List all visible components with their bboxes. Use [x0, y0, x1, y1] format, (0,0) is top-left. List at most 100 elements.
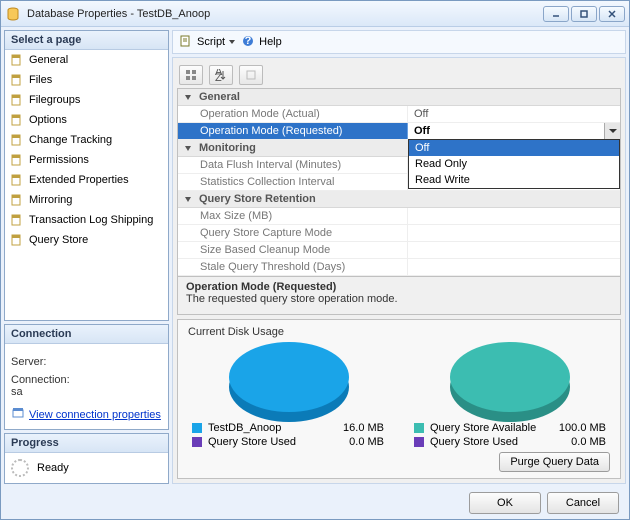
property-name: Max Size (MB): [178, 208, 408, 224]
property-name: Stale Query Threshold (Days): [178, 259, 408, 275]
pie-chart-database: [229, 342, 349, 422]
legend-swatch: [192, 437, 202, 447]
dialog-window: Database Properties - TestDB_Anoop Selec…: [0, 0, 630, 520]
dropdown-option[interactable]: Read Only: [409, 156, 619, 172]
cancel-button[interactable]: Cancel: [547, 492, 619, 514]
help-icon: ?: [241, 34, 255, 51]
property-value[interactable]: [408, 259, 620, 275]
help-button[interactable]: ? Help: [241, 34, 282, 51]
property-name: Size Based Cleanup Mode: [178, 242, 408, 258]
svg-text:Z: Z: [215, 72, 222, 81]
property-name: Operation Mode (Requested): [178, 123, 408, 139]
property-row[interactable]: Query Store Capture Mode: [178, 225, 620, 242]
sidebar-item-label: Filegroups: [29, 94, 80, 106]
sidebar-item-files[interactable]: Files: [5, 70, 168, 90]
database-icon: [5, 6, 21, 22]
property-row[interactable]: Operation Mode (Actual)Off: [178, 106, 620, 123]
ok-button[interactable]: OK: [469, 492, 541, 514]
legend-swatch: [192, 423, 202, 433]
collapse-icon: [184, 143, 195, 154]
property-name: Statistics Collection Interval: [178, 174, 408, 190]
progress-spinner-icon: [11, 459, 29, 477]
categorized-button[interactable]: [179, 65, 203, 85]
page-icon: [9, 112, 25, 128]
property-value[interactable]: Off: [408, 106, 620, 122]
legend-value: 100.0 MB: [556, 422, 606, 434]
progress-header: Progress: [5, 434, 168, 453]
sidebar-item-label: Files: [29, 74, 52, 86]
sidebar-item-label: Permissions: [29, 154, 89, 166]
minimize-button[interactable]: [543, 6, 569, 22]
legend-swatch: [414, 423, 424, 433]
property-grid-toolbar: AZ: [177, 62, 621, 88]
dropdown-button[interactable]: [604, 123, 620, 139]
help-label: Help: [259, 36, 282, 48]
svg-text:?: ?: [245, 35, 252, 47]
page-icon: [9, 72, 25, 88]
collapse-icon: [184, 92, 195, 103]
script-icon: [179, 34, 193, 51]
sidebar-item-label: General: [29, 54, 68, 66]
page-icon: [9, 172, 25, 188]
disk-usage-title: Current Disk Usage: [188, 326, 610, 338]
link-icon: [11, 406, 25, 423]
view-connection-link[interactable]: View connection properties: [11, 406, 162, 423]
property-pages-button[interactable]: [239, 65, 263, 85]
property-grid: GeneralOperation Mode (Actual)OffOperati…: [177, 88, 621, 277]
page-icon: [9, 192, 25, 208]
page-list: General Files Filegroups OptionsChange Trac…: [5, 50, 168, 250]
server-label: Server:: [11, 356, 162, 368]
legend-label: Query Store Used: [208, 436, 328, 448]
sidebar-item-extended-properties[interactable]: Extended Properties: [5, 170, 168, 190]
sidebar-item-permissions[interactable]: Permissions: [5, 150, 168, 170]
connection-label: Connection:: [11, 374, 162, 386]
property-name: Data Flush Interval (Minutes): [178, 157, 408, 173]
sidebar-item-options[interactable]: Options: [5, 110, 168, 130]
property-value[interactable]: [408, 208, 620, 224]
legend-value: 0.0 MB: [556, 436, 606, 448]
property-row[interactable]: Size Based Cleanup Mode: [178, 242, 620, 259]
property-category[interactable]: General: [178, 89, 620, 106]
property-value[interactable]: [408, 242, 620, 258]
content-toolbar: Script ? Help: [172, 30, 626, 54]
sidebar-item-transaction-log-shipping[interactable]: Transaction Log Shipping: [5, 210, 168, 230]
legend-label: TestDB_Anoop: [208, 422, 328, 434]
collapse-icon: [184, 194, 195, 205]
property-name: Operation Mode (Actual): [178, 106, 408, 122]
page-selector-panel: Select a page GeneralFilesFilegroupsOpti…: [4, 30, 169, 321]
property-value[interactable]: OffOffRead OnlyRead Write: [408, 123, 620, 139]
sidebar-item-change-tracking[interactable]: Change Tracking: [5, 130, 168, 150]
property-row[interactable]: Max Size (MB): [178, 208, 620, 225]
sidebar-item-label: Transaction Log Shipping: [29, 214, 153, 226]
maximize-button[interactable]: [571, 6, 597, 22]
titlebar: Database Properties - TestDB_Anoop: [1, 1, 629, 27]
query-store-panel: AZ GeneralOperation Mode (Actual)OffOper…: [172, 57, 626, 484]
page-icon: [9, 232, 25, 248]
sidebar-item-query-store[interactable]: Query Store: [5, 230, 168, 250]
disk-usage-panel: Current Disk Usage TestDB_Anoop 16.0 MB Qu…: [177, 319, 621, 479]
page-icon: [9, 132, 25, 148]
page-icon: [9, 92, 25, 108]
legend-row: Query Store Used0.0 MB: [414, 436, 606, 448]
connection-panel: Connection Server: Connection: sa View c…: [4, 324, 169, 430]
property-name: Query Store Capture Mode: [178, 225, 408, 241]
script-button[interactable]: Script: [179, 34, 235, 51]
property-row[interactable]: Operation Mode (Requested)OffOffRead Onl…: [178, 123, 620, 140]
dropdown-option[interactable]: Read Write: [409, 172, 619, 188]
property-value[interactable]: [408, 225, 620, 241]
dropdown-option[interactable]: Off: [409, 140, 619, 156]
window-title: Database Properties - TestDB_Anoop: [27, 8, 543, 20]
property-row[interactable]: Stale Query Threshold (Days): [178, 259, 620, 276]
close-button[interactable]: [599, 6, 625, 22]
sidebar-item-filegroups[interactable]: Filegroups: [5, 90, 168, 110]
dialog-footer: OK Cancel: [1, 487, 629, 519]
sidebar-item-mirroring[interactable]: Mirroring: [5, 190, 168, 210]
page-icon: [9, 52, 25, 68]
legend-row: Query Store Used0.0 MB: [192, 436, 384, 448]
sidebar-item-general[interactable]: General: [5, 50, 168, 70]
alphabetical-button[interactable]: AZ: [209, 65, 233, 85]
property-category[interactable]: Query Store Retention: [178, 191, 620, 208]
legend-value: 16.0 MB: [334, 422, 384, 434]
help-description: The requested query store operation mode…: [186, 293, 612, 305]
purge-query-data-button[interactable]: Purge Query Data: [499, 452, 610, 472]
